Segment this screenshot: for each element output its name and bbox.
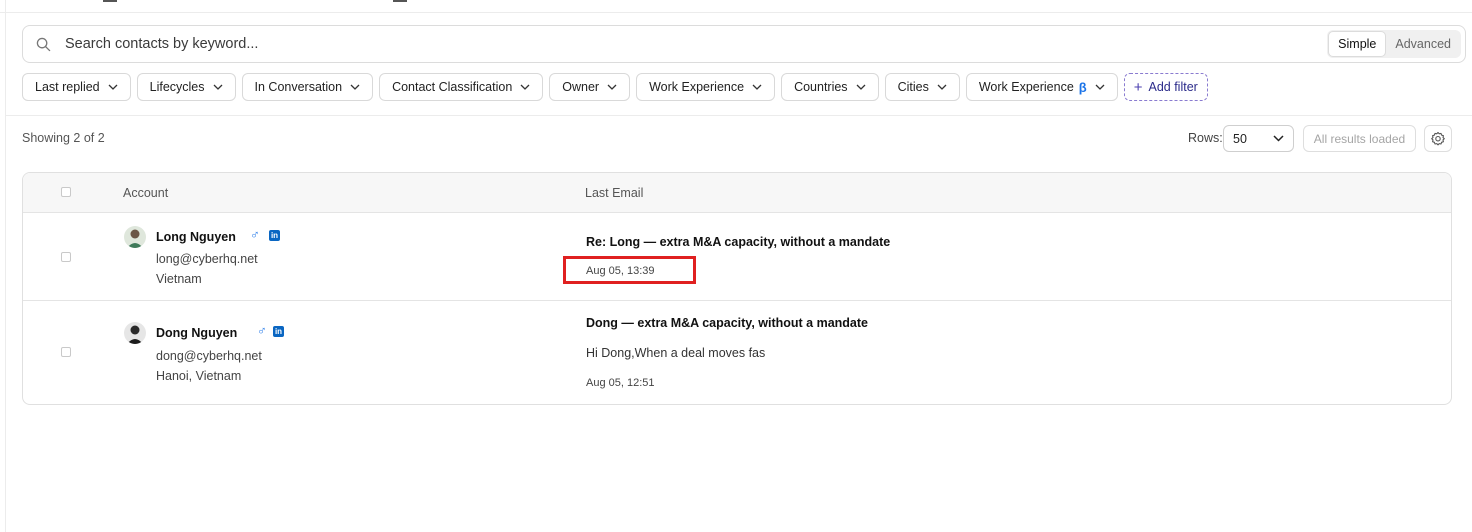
results-count: Showing 2 of 2 [22,131,105,145]
highlight-annotation [563,256,696,284]
email-preview: Hi Dong,When a deal moves fas [586,346,766,360]
linkedin-icon[interactable]: in [269,230,280,241]
filter-label: Lifecycles [149,80,205,94]
chevron-down-icon [856,84,866,90]
rows-value: 50 [1233,131,1247,146]
left-border [5,0,6,532]
beta-badge: β [1078,79,1087,95]
chevron-down-icon [752,84,762,90]
add-filter-label: Add filter [1148,80,1198,94]
plus-icon: + [1133,78,1143,96]
table-settings-button[interactable] [1424,125,1452,152]
filter-owner[interactable]: Owner [549,73,631,101]
tab-indicator [393,0,407,2]
column-account: Account [123,186,169,200]
top-strip [0,0,1472,13]
mode-simple-button[interactable]: Simple [1328,31,1387,57]
rows-label: Rows: [1188,131,1223,145]
filter-label: Last replied [35,80,100,94]
filter-last-replied[interactable]: Last replied [22,73,131,101]
filter-label: Contact Classification [392,80,513,94]
chevron-down-icon [1095,84,1105,90]
email-subject[interactable]: Dong — extra M&A capacity, without a man… [586,316,868,330]
search-bar: Simple Advanced [22,25,1466,63]
contact-location: Hanoi, Vietnam [156,369,242,383]
filter-label: Countries [794,80,848,94]
filter-countries[interactable]: Countries [781,73,879,101]
search-input[interactable] [63,28,1328,60]
filter-label: Work Experience [978,80,1074,94]
contact-name[interactable]: Dong Nguyen [156,326,237,340]
contacts-table: Account Last Email Long Nguyen ♂ in long… [22,172,1452,405]
mode-advanced-button[interactable]: Advanced [1386,31,1460,57]
table-row[interactable]: Long Nguyen ♂ in long@cyberhq.net Vietna… [23,213,1451,301]
email-subject[interactable]: Re: Long — extra M&A capacity, without a… [586,235,890,249]
email-date: Aug 05, 12:51 [586,377,655,389]
filter-contact-classification[interactable]: Contact Classification [379,73,544,101]
add-filter-button[interactable]: + Add filter [1123,73,1208,101]
avatar [124,322,146,344]
row-checkbox[interactable] [61,347,71,357]
table-row[interactable]: Dong Nguyen ♂ in dong@cyberhq.net Hanoi,… [23,301,1451,404]
chevron-down-icon [937,84,947,90]
select-all-checkbox[interactable] [61,187,71,197]
chevron-down-icon [607,84,617,90]
contact-location: Vietnam [156,272,202,286]
contact-name[interactable]: Long Nguyen [156,230,236,244]
section-divider [6,115,1472,116]
table-header: Account Last Email [23,173,1451,213]
filter-label: Work Experience [649,80,745,94]
avatar [124,226,146,248]
chevron-down-icon [108,84,118,90]
contact-email: dong@cyberhq.net [156,349,262,363]
filter-in-conversation[interactable]: In Conversation [241,73,374,101]
filter-work-experience[interactable]: Work Experience [636,73,776,101]
gear-icon [1431,131,1445,145]
search-mode-toggle: Simple Advanced [1327,30,1461,58]
search-icon [23,37,63,52]
filter-bar: Last replied Lifecycles In Conversation … [22,73,1208,101]
chevron-down-icon [213,84,222,90]
chevron-down-icon [520,84,530,90]
filter-label: In Conversation [254,80,343,94]
filter-work-experience-beta[interactable]: Work Experience β [965,73,1118,101]
contact-email: long@cyberhq.net [156,252,258,266]
chevron-down-icon [350,84,360,90]
column-last-email: Last Email [585,186,644,200]
linkedin-icon[interactable]: in [273,326,284,337]
rows-per-page-select[interactable]: 50 [1223,125,1294,152]
row-checkbox[interactable] [61,252,71,262]
all-results-loaded-button: All results loaded [1303,125,1416,152]
tab-indicator [103,0,117,2]
filter-label: Cities [897,80,929,94]
chevron-down-icon [1273,135,1284,142]
male-icon: ♂ [257,323,267,338]
male-icon: ♂ [250,227,260,242]
filter-label: Owner [562,80,600,94]
filter-cities[interactable]: Cities [884,73,960,101]
filter-lifecycles[interactable]: Lifecycles [136,73,236,101]
